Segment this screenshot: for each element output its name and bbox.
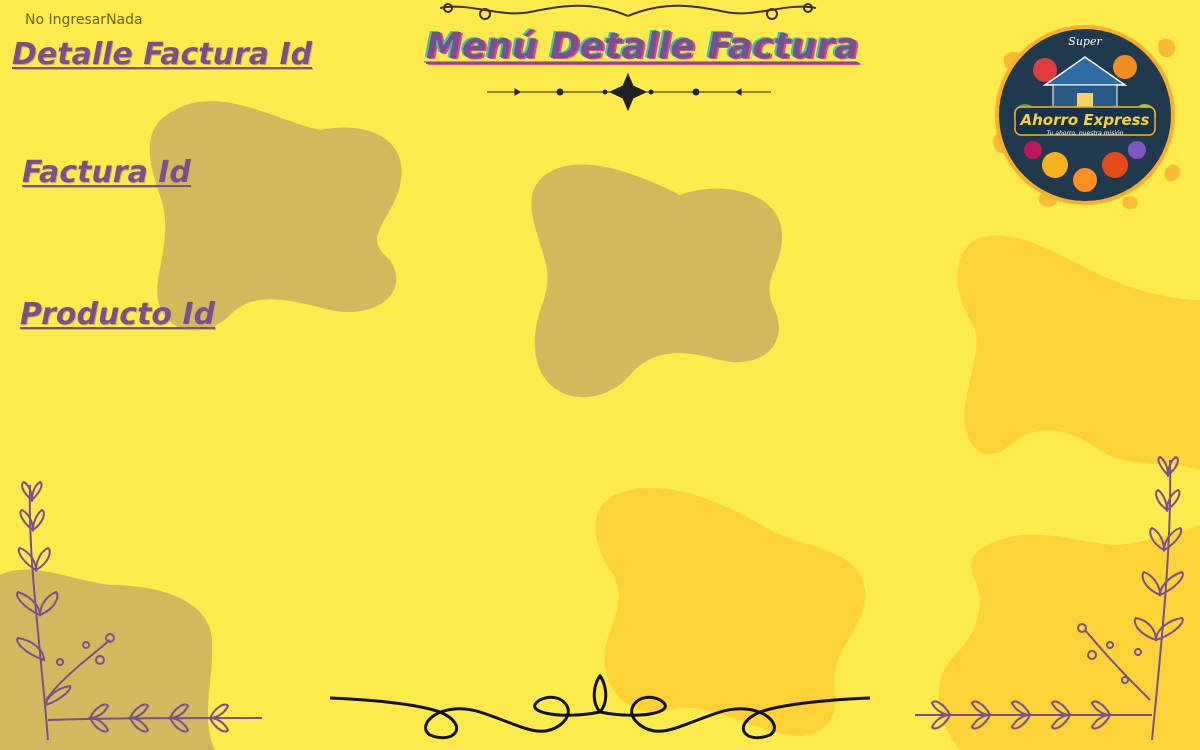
page-title: Menú Detalle Factura	[426, 26, 859, 67]
blob-orange-2	[595, 487, 866, 736]
blob-olive-2	[531, 164, 783, 398]
blob-olive-1	[149, 101, 402, 331]
hint-text: No IngresarNada	[25, 12, 143, 28]
top-flourish	[439, 3, 817, 20]
factura-id-label: Factura Id	[22, 155, 191, 190]
producto-id-label: Producto Id	[20, 297, 216, 332]
ahorro-express-logo: Ahorro Express Tu ahorro, nuestra misión…	[993, 25, 1181, 210]
blob-orange-1	[957, 235, 1200, 470]
logo-tagline-text: Tu ahorro, nuestra misión	[1047, 130, 1124, 137]
logo-badge-text: Super	[1068, 35, 1102, 48]
detalle-factura-id-label: Detalle Factura Id	[12, 37, 313, 72]
logo-brand-text: Ahorro Express	[1019, 111, 1149, 129]
title-divider	[487, 72, 771, 112]
